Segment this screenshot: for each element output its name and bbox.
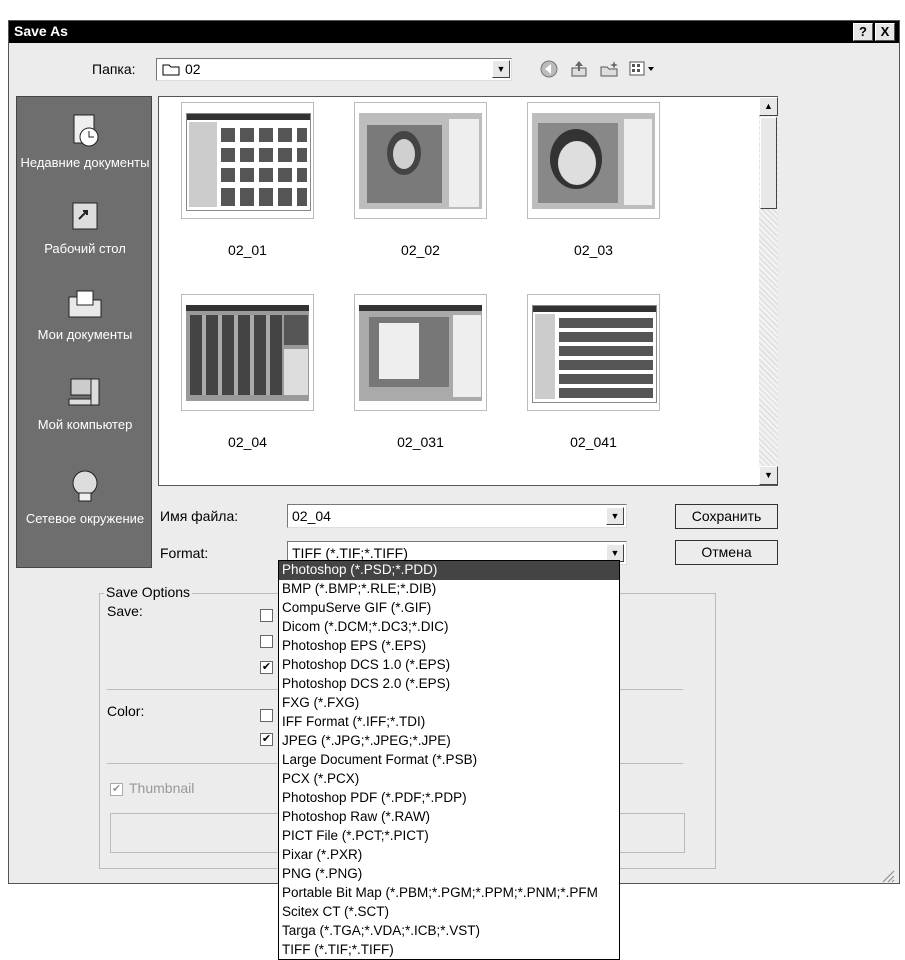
- chevron-down-icon[interactable]: ▼: [492, 60, 510, 78]
- my-computer-icon: [68, 378, 100, 406]
- folder-icon: [162, 64, 180, 76]
- my-documents-icon: [68, 290, 102, 318]
- filename-label: Имя файла:: [160, 508, 239, 524]
- format-option[interactable]: PNG (*.PNG): [279, 865, 619, 884]
- place-my-computer[interactable]: Мой компьютер: [17, 373, 153, 433]
- format-option[interactable]: Photoshop DCS 1.0 (*.EPS): [279, 656, 619, 675]
- place-label: Мои документы: [37, 327, 133, 342]
- places-bar: Недавние документы Рабочий стол Мои доку…: [16, 96, 152, 568]
- format-dropdown-list[interactable]: Photoshop (*.PSD;*.PDD) BMP (*.BMP;*.RLE;…: [278, 560, 620, 960]
- format-option[interactable]: Photoshop PDF (*.PDF;*.PDP): [279, 789, 619, 808]
- format-option[interactable]: PCX (*.PCX): [279, 770, 619, 789]
- format-option[interactable]: TIFF (*.TIF;*.TIFF): [279, 941, 619, 959]
- folder-combobox[interactable]: 02 ▼: [156, 58, 512, 81]
- title-bar: Save As ? X: [9, 21, 899, 43]
- views-menu-icon[interactable]: [629, 59, 657, 79]
- file-list[interactable]: 02_01 02_02 02_03 02_04 02_031 02_041 ▲ …: [158, 96, 778, 486]
- dialog-title: Save As: [14, 23, 68, 39]
- color-section-label: Color:: [107, 703, 145, 719]
- format-option[interactable]: Scitex CT (*.SCT): [279, 903, 619, 922]
- chevron-down-icon[interactable]: ▼: [606, 507, 624, 525]
- filename-value: 02_04: [292, 508, 331, 524]
- format-option[interactable]: Photoshop EPS (*.EPS): [279, 637, 619, 656]
- file-thumbnail[interactable]: [181, 102, 314, 219]
- format-option[interactable]: Portable Bit Map (*.PBM;*.PGM;*.PPM;*.PN…: [279, 884, 619, 903]
- file-thumbnail[interactable]: [527, 102, 660, 219]
- file-thumbnail[interactable]: [354, 294, 487, 411]
- format-option[interactable]: BMP (*.BMP;*.RLE;*.DIB): [279, 580, 619, 599]
- thumbnail-image: [186, 113, 311, 211]
- vertical-scrollbar[interactable]: ▲ ▼: [759, 97, 778, 485]
- file-thumbnail[interactable]: [181, 294, 314, 411]
- save-option-checkbox[interactable]: [260, 635, 273, 648]
- format-option[interactable]: Dicom (*.DCM;*.DC3;*.DIC): [279, 618, 619, 637]
- thumbnail-image: [186, 305, 309, 401]
- save-button[interactable]: Сохранить: [675, 504, 778, 529]
- file-thumbnail[interactable]: [354, 102, 487, 219]
- place-label: Рабочий стол: [44, 241, 126, 256]
- folder-value: 02: [185, 61, 201, 77]
- place-recent-documents[interactable]: Недавние документы: [17, 111, 153, 171]
- scroll-down-button[interactable]: ▼: [759, 466, 778, 485]
- thumbnail-image: [359, 305, 482, 401]
- format-option[interactable]: Large Document Format (*.PSB): [279, 751, 619, 770]
- scroll-up-button[interactable]: ▲: [759, 97, 778, 116]
- help-button[interactable]: ?: [853, 23, 873, 41]
- format-option[interactable]: Photoshop Raw (*.RAW): [279, 808, 619, 827]
- format-option[interactable]: PICT File (*.PCT;*.PICT): [279, 827, 619, 846]
- file-thumbnail[interactable]: [527, 294, 660, 411]
- format-option[interactable]: CompuServe GIF (*.GIF): [279, 599, 619, 618]
- thumbnail-checkbox: ✔: [110, 783, 123, 796]
- format-option[interactable]: Photoshop DCS 2.0 (*.EPS): [279, 675, 619, 694]
- scrollbar-thumb[interactable]: [760, 117, 777, 209]
- format-option[interactable]: IFF Format (*.IFF;*.TDI): [279, 713, 619, 732]
- cancel-button[interactable]: Отмена: [675, 540, 778, 565]
- save-options-legend: Save Options: [104, 584, 193, 600]
- thumbnail-image: [532, 305, 657, 403]
- back-icon[interactable]: [539, 59, 559, 79]
- file-name: 02_01: [228, 242, 267, 258]
- thumbnail-image: [532, 113, 655, 209]
- color-option-checkbox-checked[interactable]: ✔: [260, 733, 273, 746]
- file-name: 02_03: [574, 242, 613, 258]
- resize-grip-icon[interactable]: [879, 867, 895, 883]
- color-option-checkbox[interactable]: [260, 709, 273, 722]
- format-option[interactable]: Photoshop (*.PSD;*.PDD): [279, 561, 619, 580]
- new-folder-icon[interactable]: [599, 59, 621, 79]
- format-option[interactable]: FXG (*.FXG): [279, 694, 619, 713]
- save-section-label: Save:: [107, 603, 143, 619]
- format-option[interactable]: Targa (*.TGA;*.VDA;*.ICB;*.VST): [279, 922, 619, 941]
- place-label: Мой компьютер: [37, 417, 133, 432]
- folder-label: Папка:: [92, 61, 136, 77]
- place-desktop[interactable]: Рабочий стол: [17, 197, 153, 257]
- place-network[interactable]: Сетевое окружение: [17, 467, 153, 527]
- up-folder-icon[interactable]: [569, 59, 589, 79]
- network-icon: [72, 470, 98, 502]
- format-option[interactable]: JPEG (*.JPG;*.JPEG;*.JPE): [279, 732, 619, 751]
- recent-documents-icon: [73, 114, 99, 147]
- file-name: 02_031: [397, 434, 444, 450]
- file-name: 02_04: [228, 434, 267, 450]
- place-label: Недавние документы: [20, 155, 150, 170]
- format-label: Format:: [160, 545, 209, 561]
- file-name: 02_041: [570, 434, 617, 450]
- save-option-checkbox[interactable]: [260, 609, 273, 622]
- thumbnail-label: Thumbnail: [129, 780, 195, 796]
- save-option-checkbox-checked[interactable]: ✔: [260, 661, 273, 674]
- format-option[interactable]: Pixar (*.PXR): [279, 846, 619, 865]
- desktop-icon: [72, 202, 98, 230]
- thumbnail-image: [359, 113, 482, 209]
- filename-input[interactable]: 02_04 ▼: [287, 504, 627, 528]
- format-value: TIFF (*.TIF;*.TIFF): [292, 545, 408, 561]
- place-my-documents[interactable]: Мои документы: [17, 283, 153, 343]
- file-name: 02_02: [401, 242, 440, 258]
- close-button[interactable]: X: [875, 23, 895, 41]
- place-label: Сетевое окружение: [25, 511, 145, 526]
